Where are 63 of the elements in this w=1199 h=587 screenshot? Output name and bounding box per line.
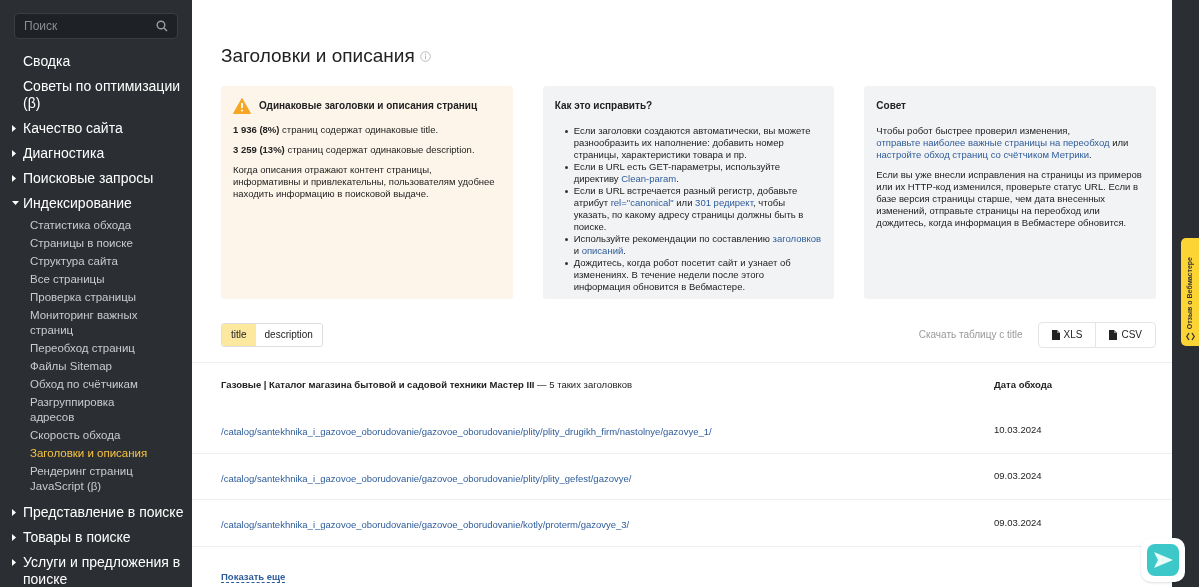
search-field[interactable]: Поиск: [14, 13, 178, 39]
paragraph: 3 259 (13%) страниц содержат одинаковые description.: [233, 143, 476, 156]
paragraph: Когда описания отражают контент страницы, информативны и привлекательны, пользователям удобнее находить информацию в поисковой выдаче.: [233, 163, 496, 200]
url-link[interactable]: /catalog/santekhnika_i_gazovoe_oborudovanie/gazovoe_oborudovanie/plity/plity_drugikh_firm/nastolnye/gazovye_1/: [221, 425, 712, 437]
code-brackets-icon: [1185, 332, 1195, 341]
sidebar-item[interactable]: Диагностика: [23, 145, 105, 162]
text-link[interactable]: заголовков: [772, 232, 822, 244]
table-cell: 09.03.2024: [994, 516, 1042, 531]
paragraph: 1 936 (8%) страниц содержат одинаковые title.: [233, 123, 440, 136]
sidebar-subitem[interactable]: Структура сайта: [30, 254, 155, 269]
column-header: Дата обхода: [994, 377, 1053, 392]
sidebar-subitem[interactable]: Заголовки и описания: [30, 446, 155, 461]
paragraph: Чтобы робот быстрее проверил изменения, отправьте наиболее важные страницы на переобход или настройте обход страниц со счётчиком Метрики.: [876, 124, 1130, 161]
card-title: Одинаковые заголовки и описания страниц: [259, 99, 478, 112]
sidebar-subitem[interactable]: Разгруппировка адресов: [30, 395, 155, 425]
text-link[interactable]: rel="canonical": [610, 196, 674, 208]
card-title: Как это исправить?: [554, 99, 654, 112]
sidebar-item[interactable]: Качество сайта: [23, 120, 123, 137]
url-link[interactable]: /catalog/santekhnika_i_gazovoe_oborudovanie/gazovoe_oborudovanie/kotly/proterm/gazovye_3/: [221, 519, 630, 531]
text-link[interactable]: отправьте наиболее важные страницы на переобход: [876, 136, 1110, 148]
sidebar-item[interactable]: Индексирование: [23, 195, 132, 212]
info-icon: [419, 50, 431, 62]
paragraph: Если заголовки создаются автоматически, вы можете разнообразить их наполнение: добавить номер страницы, характеристики товара и пр.: [573, 124, 812, 161]
sidebar-item[interactable]: Советы по оптимизации (β): [23, 78, 184, 112]
file-icon: [1109, 329, 1118, 340]
text-link[interactable]: настройте обход страниц со счётчиком Метрики: [876, 148, 1089, 160]
sidebar-subitem[interactable]: Рендеринг страниц JavaScript (β): [30, 464, 155, 494]
show-more-link[interactable]: Показать еще: [221, 571, 286, 583]
chat-widget-button[interactable]: [1141, 538, 1185, 582]
paragraph: Используйте рекомендации по составлению заголовков и описаний.: [573, 232, 823, 257]
url-link[interactable]: /catalog/santekhnika_i_gazovoe_oborudovanie/gazovoe_oborudovanie/plity/plity_gefest/gazovye/: [221, 472, 632, 484]
sidebar-subitem[interactable]: Скорость обхода: [30, 428, 155, 443]
group-title: Газовые | Каталог магазина бытовой и садовой техники Мастер III — 5 таких заголовков: [221, 377, 634, 392]
table-cell-text: 10.03.2024: [994, 422, 1042, 437]
sidebar-subitem[interactable]: Статистика обхода: [30, 218, 155, 233]
warning-icon: [233, 97, 251, 114]
paragraph: Если в URL есть GET-параметры, используйте директиву Clean-param.: [573, 160, 782, 185]
tab[interactable]: title: [222, 323, 256, 346]
sidebar-subitem[interactable]: Мониторинг важных страниц: [30, 308, 155, 338]
sidebar-subitem[interactable]: Обход по счётчикам: [30, 377, 155, 392]
page-title: Заголовки и описания: [221, 44, 415, 68]
paragraph: Дождитесь, когда робот посетит сайт и узнает об изменениях. В течение недели после этого информация обновится в Вебмастере.: [573, 256, 792, 293]
file-icon: [1051, 329, 1060, 340]
download-button[interactable]: XLS: [1038, 322, 1096, 347]
card-title: Совет: [876, 99, 908, 112]
sidebar-item[interactable]: Услуги и предложения в поиске: [23, 554, 184, 587]
sidebar-item[interactable]: Поисковые запросы: [23, 170, 154, 187]
search-icon: [156, 20, 168, 32]
sidebar-item[interactable]: Сводка: [23, 53, 71, 70]
sidebar-subitem[interactable]: Файлы Sitemap: [30, 359, 155, 374]
paragraph: Если в URL встречается разный регистр, добавьте атрибут rel="canonical" или 301 редирект, чтобы указать, по какому адресу страницы должны быть в поиске.: [573, 184, 805, 233]
sidebar-subitem[interactable]: Все страницы: [30, 272, 155, 287]
sidebar-item[interactable]: Представление в поиске: [23, 504, 184, 521]
download-button[interactable]: CSV: [1095, 322, 1155, 347]
paragraph: Если вы уже внесли исправления на страницы из примеров или их HTTP-код изменился, проверьте статус URL. Если в базе версия страницы старше, чем дата внесенных изменений, отправьте страницы на переобход или дождитесь, когда информация в Вебмастере обновится.: [876, 168, 1143, 229]
text-link[interactable]: 301 редирект: [695, 196, 753, 208]
paper-plane-icon: [1147, 544, 1179, 576]
download-label: Скачать таблицу с title: [918, 328, 1023, 342]
sidebar-subitem[interactable]: Проверка страницы: [30, 290, 155, 305]
sidebar-subitem[interactable]: Переобход страниц: [30, 341, 155, 356]
sidebar-subitem[interactable]: Страницы в поиске: [30, 236, 155, 251]
sidebar-item[interactable]: Товары в поиске: [23, 529, 131, 546]
table-cell: 09.03.2024: [994, 469, 1042, 484]
